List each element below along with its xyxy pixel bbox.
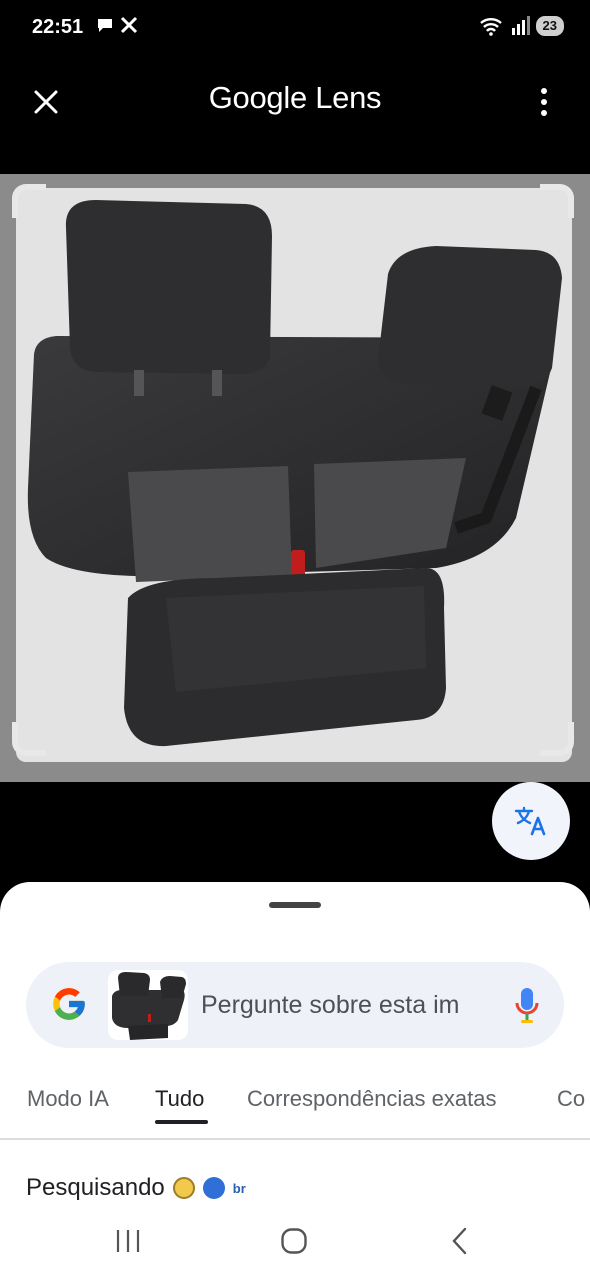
home-button[interactable]: [274, 1224, 314, 1258]
tab-overflow[interactable]: Co: [557, 1086, 585, 1112]
more-options-button[interactable]: [524, 80, 564, 124]
active-tab-indicator: [155, 1120, 208, 1124]
more-vert-icon: [541, 88, 547, 116]
result-tabs: Modo IA Tudo Correspondências exatas Co: [0, 1082, 590, 1140]
car-seat-illustration: [27, 200, 562, 747]
tab-tudo[interactable]: Tudo: [155, 1086, 204, 1112]
app-bar: Google Lens: [0, 58, 590, 144]
crop-corner-bottom-left[interactable]: [12, 722, 46, 756]
crop-corner-bottom-right[interactable]: [540, 722, 574, 756]
search-input[interactable]: Pergunte sobre esta im: [201, 991, 491, 1020]
source-favicon-br: br: [232, 1180, 246, 1196]
x-logo-icon: [120, 16, 138, 34]
app-title: Google Lens: [0, 80, 590, 116]
thumbnail-seat-image: [112, 972, 186, 1040]
google-g-icon: [53, 988, 85, 1020]
lens-image-area[interactable]: [0, 174, 590, 782]
title-product: Lens: [315, 80, 382, 115]
system-nav-bar: [0, 1210, 590, 1280]
title-brand: Google: [208, 80, 307, 115]
drag-handle[interactable]: [269, 902, 321, 908]
recent-apps-icon: [116, 1230, 140, 1252]
recent-apps-button[interactable]: [108, 1224, 148, 1258]
searching-status: Pesquisando br: [26, 1174, 246, 1202]
source-favicon-2: [202, 1177, 225, 1199]
tab-correspondencias-exatas[interactable]: Correspondências exatas: [247, 1086, 496, 1112]
back-icon: [452, 1227, 467, 1255]
home-icon: [281, 1228, 307, 1254]
translate-icon: [514, 806, 546, 836]
seat-image[interactable]: [16, 188, 572, 762]
crop-corner-top-left[interactable]: [12, 184, 46, 218]
signal-icon: [511, 16, 530, 35]
search-bar[interactable]: Pergunte sobre esta im: [26, 962, 564, 1048]
status-bar: 22:51 23: [0, 0, 590, 58]
query-image-thumbnail[interactable]: [108, 970, 188, 1040]
translate-button[interactable]: [492, 782, 570, 860]
status-time: 22:51: [32, 16, 84, 38]
microphone-icon[interactable]: [514, 986, 540, 1024]
tab-modo-ia[interactable]: Modo IA: [27, 1086, 109, 1112]
status-right: 23: [478, 16, 564, 36]
notification-icons: [96, 16, 138, 34]
wifi-icon: [479, 18, 502, 36]
battery-indicator: 23: [535, 16, 564, 36]
source-favicon-1: [172, 1177, 195, 1199]
chat-bubble-icon: [98, 19, 112, 32]
searching-label: Pesquisando: [26, 1174, 165, 1201]
crop-corner-top-right[interactable]: [540, 184, 574, 218]
back-button[interactable]: [440, 1224, 480, 1258]
